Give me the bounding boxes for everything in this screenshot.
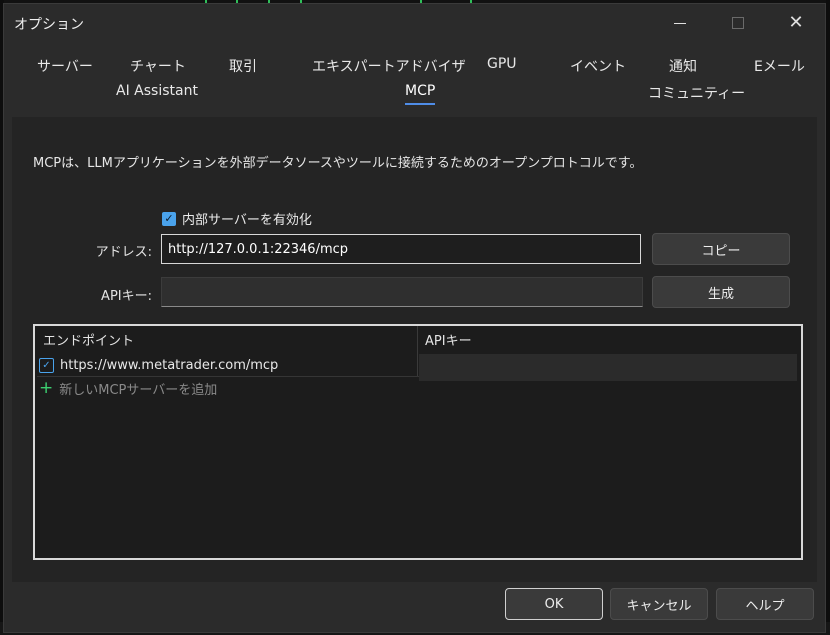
add-mcp-server[interactable]: + 新しいMCPサーバーを追加: [39, 378, 218, 399]
mcp-description: MCPは、LLMアプリケーションを外部データソースやツールに接続するためのオープ…: [33, 156, 643, 171]
mcp-server-list[interactable]: エンドポイント APIキー ✓ https://www.metatrader.c…: [33, 324, 803, 560]
add-mcp-server-label: 新しいMCPサーバーを追加: [59, 383, 218, 398]
ok-button[interactable]: OK: [505, 588, 603, 620]
column-api-key[interactable]: APIキー: [425, 330, 472, 349]
tab-email[interactable]: Eメール: [754, 56, 805, 76]
enable-internal-server-label: 内部サーバーを有効化: [182, 213, 312, 228]
list-header: エンドポイント APIキー: [35, 326, 801, 352]
endpoint-url: https://www.metatrader.com/mcp: [60, 357, 279, 373]
tab-notifications[interactable]: 通知: [669, 56, 697, 76]
options-dialog: オプション ✕ サーバー チャート 取引 エキスパートアドバイザ GPU イベン…: [3, 3, 826, 633]
dialog-title: オプション: [14, 17, 84, 33]
tab-server[interactable]: サーバー: [37, 56, 93, 76]
plus-icon: +: [39, 378, 54, 398]
tab-gpu[interactable]: GPU: [487, 56, 517, 72]
minimize-button[interactable]: [657, 4, 703, 42]
address-field[interactable]: [161, 234, 641, 264]
api-key-label: APIキー:: [101, 289, 152, 304]
row-checkbox-icon[interactable]: ✓: [39, 357, 54, 373]
api-key-field[interactable]: [161, 277, 643, 307]
close-icon: ✕: [788, 12, 804, 33]
address-label: アドレス:: [95, 245, 152, 260]
background-right-edge: [826, 0, 830, 635]
tab-expert-advisors[interactable]: エキスパートアドバイザ: [312, 56, 466, 76]
tab-community[interactable]: コミュニティー: [648, 83, 745, 103]
cancel-button[interactable]: キャンセル: [610, 588, 708, 620]
enable-internal-server[interactable]: ✓ 内部サーバーを有効化: [162, 209, 312, 228]
tab-trade[interactable]: 取引: [229, 56, 257, 76]
minimize-icon: [674, 22, 686, 24]
maximize-icon: [732, 17, 744, 29]
tab-events[interactable]: イベント: [570, 56, 626, 76]
copy-button[interactable]: コピー: [652, 233, 790, 265]
row-api-key-cell[interactable]: [419, 354, 797, 381]
tab-mcp[interactable]: MCP: [405, 83, 436, 105]
title-bar: オプション ✕: [4, 4, 825, 42]
list-item[interactable]: ✓ https://www.metatrader.com/mcp: [37, 354, 419, 377]
generate-button[interactable]: 生成: [652, 276, 790, 308]
checkbox-checked-icon[interactable]: ✓: [162, 211, 176, 226]
help-button[interactable]: ヘルプ: [716, 588, 814, 620]
tab-bar: サーバー チャート 取引 エキスパートアドバイザ GPU イベント 通知 Eメー…: [4, 50, 825, 112]
tab-ai-assistant[interactable]: AI Assistant: [116, 83, 198, 99]
column-endpoint[interactable]: エンドポイント: [43, 330, 134, 349]
maximize-button[interactable]: [715, 4, 761, 42]
tab-chart[interactable]: チャート: [130, 56, 186, 76]
close-button[interactable]: ✕: [773, 4, 819, 42]
